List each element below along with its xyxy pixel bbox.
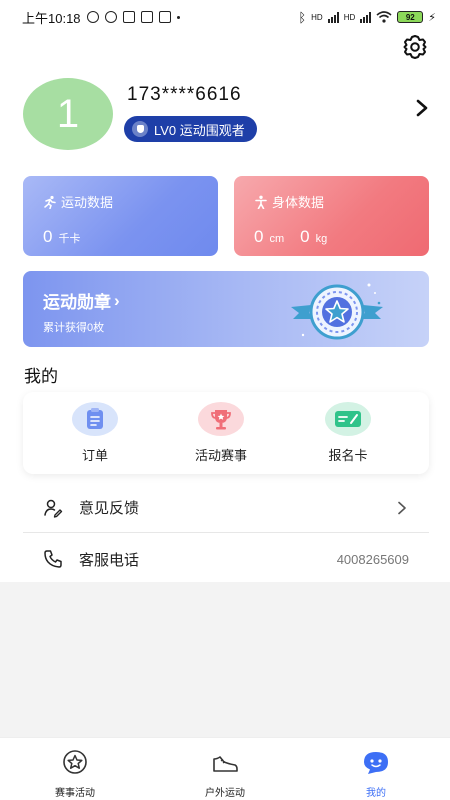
feedback-label: 意见反馈 (79, 500, 140, 517)
calories-unit: 千卡 (58, 233, 81, 245)
profile-panel: 1 173****6616 LV0 运动围观者 运动数据 0 千卡 身体数据 0… (0, 62, 450, 582)
body-data-title: 身体数据 (254, 192, 324, 211)
header (0, 34, 450, 62)
avatar[interactable]: 1 (23, 78, 113, 150)
medal-title-label: 运动勋章 (43, 293, 111, 312)
shortcut-events-label: 活动赛事 (194, 448, 247, 463)
network-label-2: HD (343, 12, 356, 22)
scan-notification-icon (158, 11, 171, 23)
mute-icon (86, 11, 99, 23)
alarm-icon (104, 11, 117, 23)
tab-events-label: 赛事活动 (55, 788, 95, 799)
network-label-1: HD (311, 12, 323, 22)
battery-icon: 92 (397, 11, 424, 23)
person-icon (255, 195, 267, 209)
feedback-icon (44, 499, 63, 518)
chevron-right-icon (398, 501, 406, 514)
shortcut-registration-card-label: 报名卡 (328, 448, 368, 463)
medal-title: 运动勋章 › (43, 288, 120, 313)
medal-arrow-icon: › (114, 290, 120, 310)
smile-bubble-icon (364, 752, 388, 774)
tab-outdoor-label: 户外运动 (205, 788, 245, 799)
app-notification-icon (122, 11, 135, 23)
tab-outdoor[interactable]: 户外运动 (180, 750, 270, 799)
signal-icon-2 (360, 11, 372, 23)
height-value: 0 (254, 227, 264, 246)
weight-unit: kg (315, 233, 328, 245)
star-badge-icon (63, 750, 87, 774)
clipboard-icon (72, 402, 118, 436)
body-data-card[interactable]: 身体数据 0 cm 0 kg (234, 176, 429, 256)
status-bar: 上午10:18 ᛒ HD HD 92 ⚡ (0, 0, 450, 34)
signal-icon-1 (327, 11, 339, 23)
shortcut-events[interactable]: 活动赛事 (181, 402, 261, 464)
sport-data-card[interactable]: 运动数据 0 千卡 (23, 176, 218, 256)
calories-value: 0 (43, 227, 53, 246)
sport-data-label: 运动数据 (61, 195, 114, 210)
status-time: 上午10:18 (22, 10, 81, 26)
running-icon (44, 195, 56, 209)
shortcut-registration-card[interactable]: 报名卡 (308, 402, 388, 464)
video-notification-icon (140, 11, 153, 23)
shortcut-orders-label: 订单 (81, 448, 108, 463)
wifi-icon (376, 11, 392, 23)
customer-service-label: 客服电话 (79, 551, 140, 569)
sneaker-icon (213, 756, 238, 772)
charging-icon: ⚡ (428, 11, 436, 24)
tab-mine[interactable]: 我的 (331, 750, 421, 799)
height-unit: cm (269, 233, 285, 245)
profile-chevron-right-icon[interactable] (414, 98, 430, 118)
my-section-title: 我的 (24, 367, 58, 386)
medal-star-icon (291, 283, 383, 340)
sports-medal-card[interactable]: 运动勋章 › 累计获得0枚 (23, 271, 429, 347)
sport-data-title: 运动数据 (43, 192, 113, 211)
level-badge-label: LV0 运动围观者 (154, 122, 245, 138)
level-badge[interactable]: LV0 运动围观者 (124, 116, 257, 142)
bottom-tab-bar: 赛事活动 户外运动 我的 (0, 737, 450, 800)
weight-value: 0 (300, 227, 310, 246)
body-data-label: 身体数据 (272, 195, 325, 210)
customer-service-row[interactable]: 客服电话 4008265609 (23, 534, 429, 584)
trophy-icon (198, 402, 244, 436)
shortcut-orders[interactable]: 订单 (55, 402, 135, 464)
medal-count: 累计获得0枚 (43, 322, 105, 334)
phone-icon (44, 550, 62, 568)
tab-mine-label: 我的 (366, 788, 386, 799)
customer-service-number[interactable]: 4008265609 (337, 552, 409, 567)
feedback-row[interactable]: 意见反馈 (23, 483, 429, 533)
settings-gear-icon[interactable] (401, 34, 429, 60)
ticket-icon (325, 402, 371, 436)
more-notifications-icon (176, 15, 180, 19)
level-shield-icon (132, 121, 148, 137)
shortcut-panel: 订单 活动赛事 报名卡 (23, 392, 429, 474)
bluetooth-icon: ᛒ (298, 9, 307, 25)
tab-events[interactable]: 赛事活动 (30, 750, 120, 799)
user-phone: 173****6616 (127, 84, 242, 105)
